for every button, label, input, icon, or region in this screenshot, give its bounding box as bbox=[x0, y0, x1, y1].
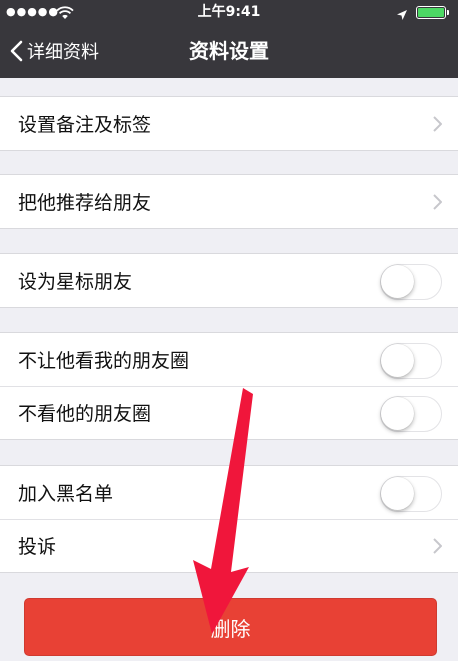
battery-icon bbox=[416, 6, 449, 19]
row-label: 设置备注及标签 bbox=[18, 114, 152, 136]
settings-group-remark: 设置备注及标签 bbox=[0, 96, 458, 151]
row-label: 设为星标朋友 bbox=[18, 271, 133, 293]
toggle-knob bbox=[381, 344, 414, 377]
settings-group-star: 设为星标朋友 bbox=[0, 253, 458, 308]
row-set-remark-tags[interactable]: 设置备注及标签 bbox=[0, 97, 458, 150]
settings-group-moments: 不让他看我的朋友圈 不看他的朋友圈 bbox=[0, 332, 458, 440]
row-label: 不让他看我的朋友圈 bbox=[18, 350, 190, 372]
row-report[interactable]: 投诉 bbox=[0, 519, 458, 572]
chevron-right-icon bbox=[433, 116, 442, 132]
hide-his-moments-toggle[interactable] bbox=[380, 396, 442, 432]
toggle-knob bbox=[381, 397, 414, 430]
status-bar: ●●●●● 上午9:41 bbox=[0, 0, 458, 24]
row-hide-his-moments: 不看他的朋友圈 bbox=[0, 386, 458, 439]
row-label: 投诉 bbox=[18, 536, 57, 558]
row-recommend-to-friend[interactable]: 把他推荐给朋友 bbox=[0, 175, 458, 228]
settings-group-block: 加入黑名单 投诉 bbox=[0, 465, 458, 573]
delete-button[interactable]: 删除 bbox=[24, 598, 437, 656]
row-hide-my-moments: 不让他看我的朋友圈 bbox=[0, 333, 458, 386]
row-label: 加入黑名单 bbox=[18, 483, 114, 505]
row-label: 不看他的朋友圈 bbox=[18, 403, 152, 425]
toggle-knob bbox=[381, 477, 414, 510]
toggle-knob bbox=[381, 265, 414, 298]
navigation-bar: ●●●●● 上午9:41 详细资料 资料设置 bbox=[0, 0, 458, 78]
location-arrow-icon bbox=[396, 5, 408, 29]
row-star-friend: 设为星标朋友 bbox=[0, 254, 458, 307]
blacklist-toggle[interactable] bbox=[380, 476, 442, 512]
chevron-right-icon bbox=[433, 538, 442, 554]
row-label: 把他推荐给朋友 bbox=[18, 192, 152, 214]
page-title: 资料设置 bbox=[189, 39, 269, 63]
settings-group-recommend: 把他推荐给朋友 bbox=[0, 174, 458, 229]
status-time: 上午9:41 bbox=[197, 4, 261, 20]
star-friend-toggle[interactable] bbox=[380, 264, 442, 300]
hide-my-moments-toggle[interactable] bbox=[380, 343, 442, 379]
chevron-right-icon bbox=[433, 194, 442, 210]
row-blacklist: 加入黑名单 bbox=[0, 466, 458, 519]
